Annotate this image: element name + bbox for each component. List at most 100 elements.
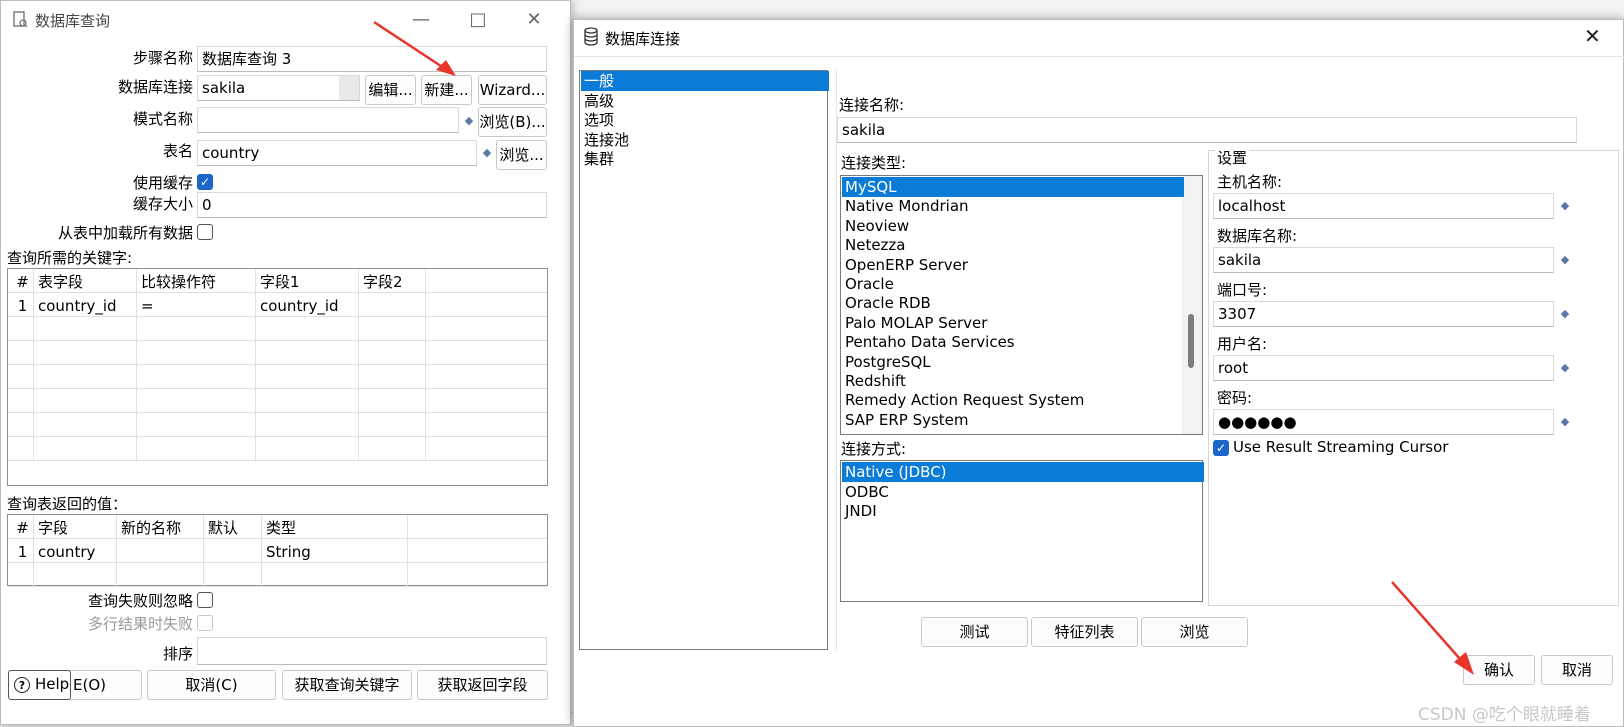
db-name-input[interactable]: sakila — [1213, 247, 1554, 273]
table-cell[interactable] — [137, 317, 256, 341]
table-cell[interactable] — [426, 293, 547, 317]
table-cell[interactable] — [359, 341, 426, 365]
table-cell[interactable] — [137, 389, 256, 413]
load-all-checkbox[interactable] — [197, 224, 213, 240]
list-item[interactable]: 高级 — [581, 91, 829, 111]
list-item[interactable]: Pentaho Data Services — [842, 332, 1184, 352]
table-cell[interactable]: country_id — [256, 293, 359, 317]
list-item[interactable]: Remedy Action Request System — [842, 390, 1184, 410]
conn-type-list[interactable]: MySQL Native Mondrian Neoview Netezza OpenER… — [840, 175, 1203, 435]
list-item[interactable]: Palo MOLAP Server — [842, 313, 1184, 333]
help-button[interactable]: ? Help — [8, 670, 71, 700]
table-cell[interactable] — [256, 437, 359, 461]
table-cell[interactable] — [426, 437, 547, 461]
scrollbar[interactable] — [1182, 176, 1202, 434]
list-item[interactable]: OpenERP Server — [842, 255, 1184, 275]
table-cell[interactable]: 1 — [8, 293, 34, 317]
new-connection-button[interactable]: 新建... — [421, 75, 472, 105]
table-cell[interactable] — [256, 389, 359, 413]
browse-table-button[interactable]: 浏览... — [496, 140, 547, 170]
table-cell[interactable] — [34, 341, 137, 365]
browse-button[interactable]: 浏览 — [1141, 617, 1248, 647]
table-cell[interactable] — [137, 341, 256, 365]
list-item[interactable]: SAP ERP System — [842, 410, 1184, 430]
close-button[interactable]: ✕ — [519, 7, 549, 33]
list-item[interactable]: Native Mondrian — [842, 196, 1184, 216]
table-input[interactable]: country — [197, 140, 477, 166]
table-cell[interactable] — [34, 317, 137, 341]
wizard-button[interactable]: Wizard... — [478, 75, 547, 105]
streaming-cursor-checkbox[interactable]: ✓ — [1213, 440, 1229, 456]
scrollbar-thumb[interactable] — [1188, 314, 1194, 368]
table-cell[interactable] — [34, 563, 117, 587]
table-cell[interactable] — [256, 413, 359, 437]
cache-size-input[interactable]: 0 — [197, 192, 547, 218]
list-item[interactable]: 集群 — [581, 149, 829, 169]
list-item[interactable]: 选项 — [581, 110, 829, 130]
multi-fail-checkbox[interactable] — [197, 615, 213, 631]
table-cell[interactable] — [262, 563, 408, 587]
list-item[interactable]: Native (JDBC) — [842, 462, 1204, 482]
table-cell[interactable] — [256, 341, 359, 365]
table-cell[interactable]: String — [262, 539, 408, 563]
table-cell[interactable] — [359, 293, 426, 317]
test-button[interactable]: 测试 — [921, 617, 1028, 647]
return-table[interactable]: # 字段 新的名称 默认 类型 1 country String — [7, 514, 548, 587]
user-input[interactable]: root — [1213, 355, 1554, 381]
host-input[interactable]: localhost — [1213, 193, 1554, 219]
list-item[interactable]: Neoview — [842, 216, 1184, 236]
list-item[interactable]: Netezza — [842, 235, 1184, 255]
table-cell[interactable] — [137, 437, 256, 461]
table-cell[interactable] — [256, 365, 359, 389]
table-cell[interactable] — [8, 389, 34, 413]
list-item[interactable]: ODBC — [842, 482, 1204, 502]
table-cell[interactable] — [426, 317, 547, 341]
list-item[interactable]: PostgreSQL — [842, 352, 1184, 372]
table-cell[interactable] — [8, 341, 34, 365]
table-cell[interactable] — [359, 317, 426, 341]
connection-dropdown-arrow[interactable] — [339, 76, 359, 100]
conn-name-input[interactable]: sakila — [837, 117, 1577, 143]
table-cell[interactable] — [359, 413, 426, 437]
list-item[interactable]: Oracle — [842, 274, 1184, 294]
table-cell[interactable] — [8, 413, 34, 437]
schema-input[interactable] — [197, 107, 459, 133]
connection-select[interactable]: sakila — [197, 75, 360, 101]
table-cell[interactable] — [426, 413, 547, 437]
get-keys-button[interactable]: 获取查询关键字 — [282, 670, 412, 700]
table-cell[interactable]: country_id — [34, 293, 137, 317]
maximize-button[interactable]: □ — [463, 7, 493, 33]
table-cell[interactable] — [204, 539, 262, 563]
table-cell[interactable] — [408, 563, 547, 587]
password-input[interactable]: ●●●●●● — [1213, 409, 1554, 435]
table-cell[interactable] — [34, 437, 137, 461]
table-cell[interactable] — [117, 563, 204, 587]
table-cell[interactable]: 1 — [8, 539, 34, 563]
ignore-fail-checkbox[interactable] — [197, 592, 213, 608]
cancel-button[interactable]: 取消 — [1541, 655, 1613, 685]
table-cell[interactable] — [426, 389, 547, 413]
close-button[interactable]: ✕ — [1584, 24, 1601, 48]
table-cell[interactable] — [359, 437, 426, 461]
list-item[interactable]: Redshift — [842, 371, 1184, 391]
table-cell[interactable] — [34, 413, 137, 437]
feature-list-button[interactable]: 特征列表 — [1031, 617, 1138, 647]
table-cell[interactable] — [34, 365, 137, 389]
list-item[interactable]: 一般 — [581, 71, 829, 91]
table-cell[interactable]: country — [34, 539, 117, 563]
access-type-list[interactable]: Native (JDBC) ODBC JNDI — [840, 460, 1204, 602]
table-cell[interactable] — [359, 389, 426, 413]
table-cell[interactable] — [137, 413, 256, 437]
table-cell[interactable] — [8, 317, 34, 341]
table-cell[interactable] — [408, 539, 547, 563]
cancel-button[interactable]: 取消(C) — [147, 670, 276, 700]
list-item[interactable]: 连接池 — [581, 130, 829, 150]
table-cell[interactable] — [137, 365, 256, 389]
table-cell[interactable] — [426, 365, 547, 389]
list-item[interactable]: JNDI — [842, 501, 1204, 521]
table-cell[interactable] — [8, 437, 34, 461]
table-cell[interactable]: = — [137, 293, 256, 317]
edit-connection-button[interactable]: 编辑... — [365, 75, 416, 105]
table-cell[interactable] — [8, 563, 34, 587]
table-cell[interactable] — [8, 365, 34, 389]
